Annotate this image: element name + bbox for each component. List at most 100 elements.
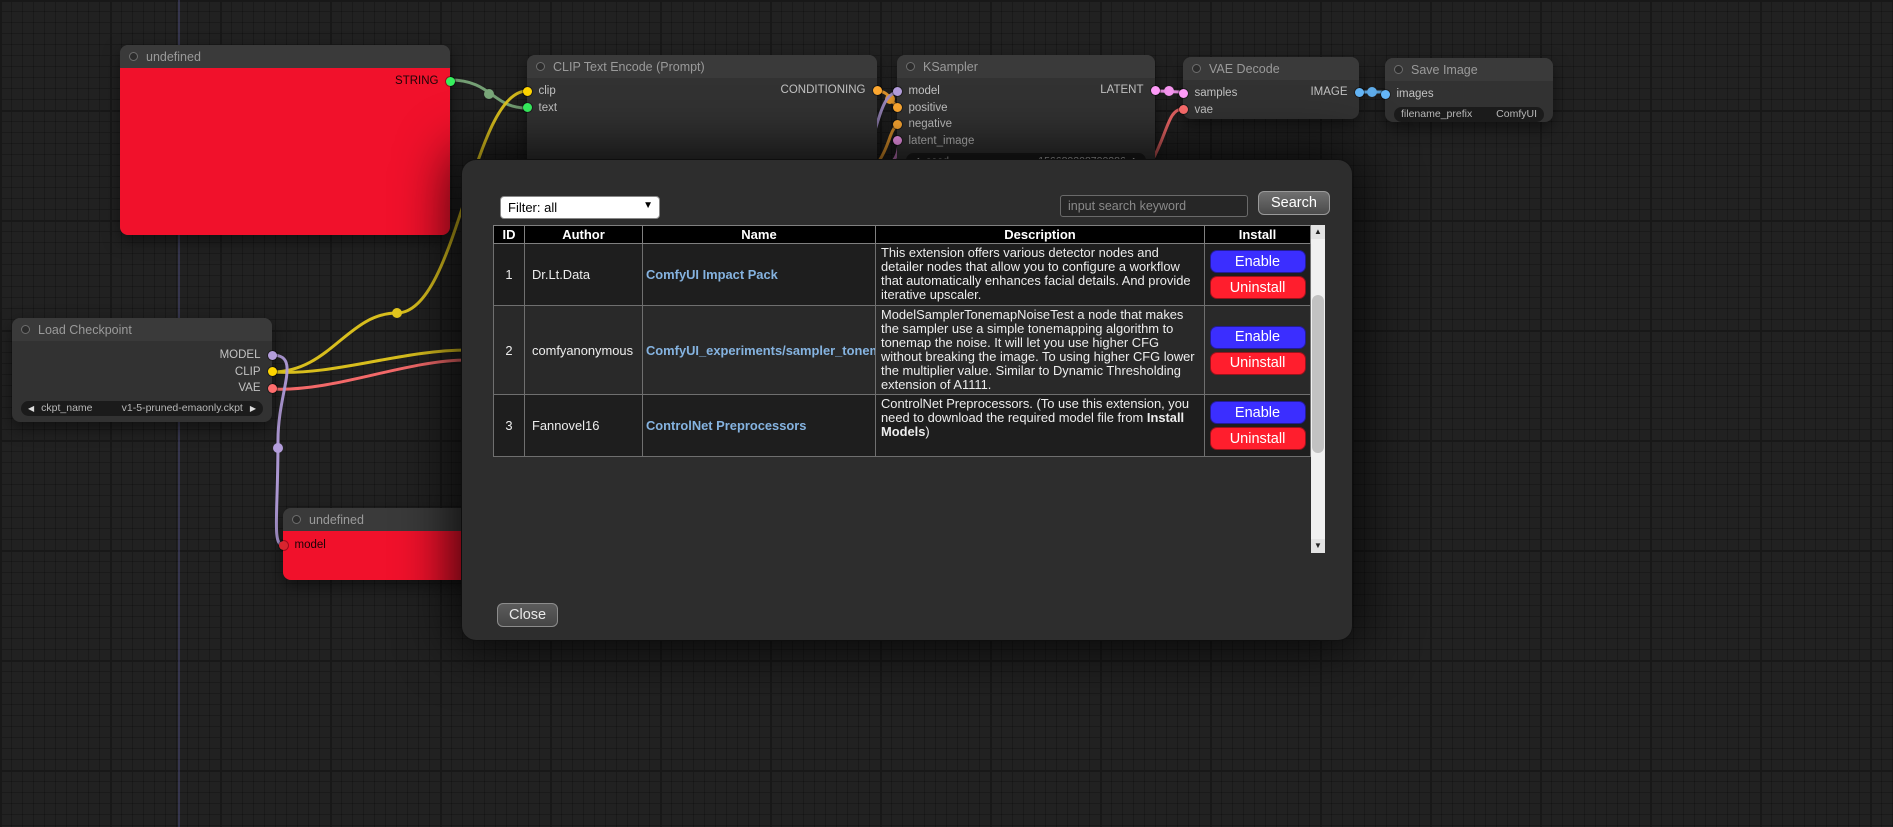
slot-label: LATENT [1100, 84, 1143, 96]
wire-vae-to-decode-input [1152, 109, 1183, 161]
scrollbar-thumb[interactable] [1312, 295, 1324, 453]
slot-label: STRING [395, 75, 438, 87]
filename-prefix-widget[interactable]: filename_prefix ComfyUI [1394, 107, 1544, 122]
node-undefined-bottom[interactable]: undefined model [283, 508, 479, 580]
node-title-bar[interactable]: Load Checkpoint [12, 318, 272, 341]
table-scrollbar[interactable]: ▲ ▼ [1311, 225, 1325, 553]
cell-author: comfyanonymous [525, 306, 643, 395]
extensions-table: ID Author Name Description Install 1 Dr.… [493, 225, 1311, 457]
collapse-dot-icon[interactable] [906, 62, 915, 71]
widget-value: v1-5-pruned-emaonly.ckpt [122, 402, 243, 414]
output-slot-model[interactable]: MODEL [12, 347, 272, 364]
cell-author: Dr.Lt.Data [525, 244, 643, 306]
enable-button[interactable]: Enable [1210, 326, 1306, 349]
enable-button[interactable]: Enable [1210, 401, 1306, 424]
collapse-dot-icon[interactable] [1192, 64, 1201, 73]
input-slot-negative[interactable]: negative [897, 116, 1155, 133]
node-title-bar[interactable]: undefined [120, 45, 450, 68]
latent-input-dot-icon[interactable] [893, 136, 902, 145]
vae-output-dot-icon[interactable] [268, 384, 277, 393]
string-output-dot-icon[interactable] [446, 77, 455, 86]
slot-label: MODEL [220, 349, 261, 361]
node-ksampler[interactable]: KSampler model positive negative latent_… [897, 55, 1155, 173]
table-row: 2 comfyanonymous ComfyUI_experiments/sam… [494, 306, 1311, 395]
input-slot-model[interactable]: model [283, 537, 479, 554]
node-title-label: Load Checkpoint [38, 323, 132, 337]
node-title-bar[interactable]: Save Image [1385, 58, 1553, 81]
previous-arrow-icon[interactable]: ◀ [28, 404, 34, 413]
search-button[interactable]: Search [1258, 191, 1330, 215]
input-slot-positive[interactable]: positive [897, 100, 1155, 117]
collapse-dot-icon[interactable] [536, 62, 545, 71]
input-slot-latent-image[interactable]: latent_image [897, 133, 1155, 150]
search-input[interactable] [1060, 195, 1248, 217]
extension-link[interactable]: ComfyUI_experiments/sampler_tonemap [646, 343, 876, 358]
collapse-dot-icon[interactable] [129, 52, 138, 61]
output-slot-latent[interactable]: LATENT [897, 82, 1155, 99]
node-save-image[interactable]: Save Image images filename_prefix ComfyU… [1385, 58, 1553, 122]
image-output-dot-icon[interactable] [1355, 88, 1364, 97]
uninstall-button[interactable]: Uninstall [1210, 427, 1306, 450]
node-title-label: KSampler [923, 60, 978, 74]
latent-output-dot-icon[interactable] [1151, 86, 1160, 95]
ckpt-name-widget[interactable]: ◀ ckpt_name v1-5-pruned-emaonly.ckpt ▶ [21, 401, 263, 416]
node-title-bar[interactable]: KSampler [897, 55, 1155, 78]
node-load-checkpoint[interactable]: Load Checkpoint MODEL CLIP VAE ◀ ckpt_na… [12, 318, 272, 422]
node-title-bar[interactable]: undefined [283, 508, 479, 531]
output-slot-image[interactable]: IMAGE [1183, 84, 1359, 101]
enable-button[interactable]: Enable [1210, 250, 1306, 273]
scroll-down-icon[interactable]: ▼ [1311, 539, 1325, 553]
extension-link[interactable]: ComfyUI Impact Pack [646, 267, 778, 282]
node-body: images filename_prefix ComfyUI [1385, 81, 1553, 122]
cell-description: ModelSamplerTonemapNoiseTest a node that… [876, 306, 1205, 395]
input-slot-text[interactable]: text [527, 100, 877, 117]
node-title-label: VAE Decode [1209, 62, 1280, 76]
collapse-dot-icon[interactable] [1394, 65, 1403, 74]
table-row: 3 Fannovel16 ControlNet Preprocessors Co… [494, 395, 1311, 457]
wire-vae-to-decoder [272, 360, 468, 389]
input-slot-images[interactable]: images [1385, 86, 1553, 103]
model-output-dot-icon[interactable] [268, 351, 277, 360]
extension-link[interactable]: ControlNet Preprocessors [646, 418, 806, 433]
model-input-dot-icon[interactable] [279, 541, 288, 550]
node-title-label: Save Image [1411, 63, 1478, 77]
wire-midpoint-dot [273, 443, 283, 453]
input-slot-vae[interactable]: vae [1183, 102, 1359, 119]
images-input-dot-icon[interactable] [1381, 90, 1390, 99]
wire-midpoint-dot [392, 308, 402, 318]
widget-label: ckpt_name [41, 402, 121, 414]
wire-midpoint-dot [1367, 87, 1377, 97]
node-vae-decode[interactable]: VAE Decode samples vae IMAGE [1183, 57, 1359, 119]
slot-label: negative [909, 118, 952, 130]
node-body: model positive negative latent_image LAT… [897, 78, 1155, 173]
uninstall-button[interactable]: Uninstall [1210, 276, 1306, 299]
comfyui-canvas[interactable]: { "icons": { "left_arrow": "◀", "right_a… [0, 0, 1893, 827]
vae-input-dot-icon[interactable] [1179, 105, 1188, 114]
close-button[interactable]: Close [497, 603, 558, 627]
clip-output-dot-icon[interactable] [268, 367, 277, 376]
output-slot-clip[interactable]: CLIP [12, 364, 272, 381]
output-slot-vae[interactable]: VAE [12, 380, 272, 397]
node-title-bar[interactable]: VAE Decode [1183, 57, 1359, 80]
wire-midpoint-dot [1164, 86, 1174, 96]
text-input-dot-icon[interactable] [523, 103, 532, 112]
collapse-dot-icon[interactable] [292, 515, 301, 524]
node-error-body: model [283, 531, 479, 580]
positive-input-dot-icon[interactable] [893, 103, 902, 112]
filter-select[interactable]: Filter: all [500, 196, 660, 219]
uninstall-button[interactable]: Uninstall [1210, 352, 1306, 375]
cell-install: Enable Uninstall [1205, 395, 1311, 457]
slot-label: CLIP [235, 366, 261, 378]
conditioning-output-dot-icon[interactable] [873, 86, 882, 95]
output-slot-conditioning[interactable]: CONDITIONING [527, 82, 877, 99]
output-slot-string[interactable]: STRING [120, 73, 450, 90]
node-title-label: CLIP Text Encode (Prompt) [553, 60, 705, 74]
node-title-bar[interactable]: CLIP Text Encode (Prompt) [527, 55, 877, 78]
widget-value: ComfyUI [1496, 108, 1537, 120]
next-arrow-icon[interactable]: ▶ [250, 404, 256, 413]
negative-input-dot-icon[interactable] [893, 120, 902, 129]
node-undefined-top[interactable]: undefined STRING [120, 45, 450, 235]
collapse-dot-icon[interactable] [21, 325, 30, 334]
custom-nodes-manager-dialog: Filter: all ▼ Search ID Author Name Desc… [462, 160, 1352, 640]
scroll-up-icon[interactable]: ▲ [1311, 225, 1325, 239]
